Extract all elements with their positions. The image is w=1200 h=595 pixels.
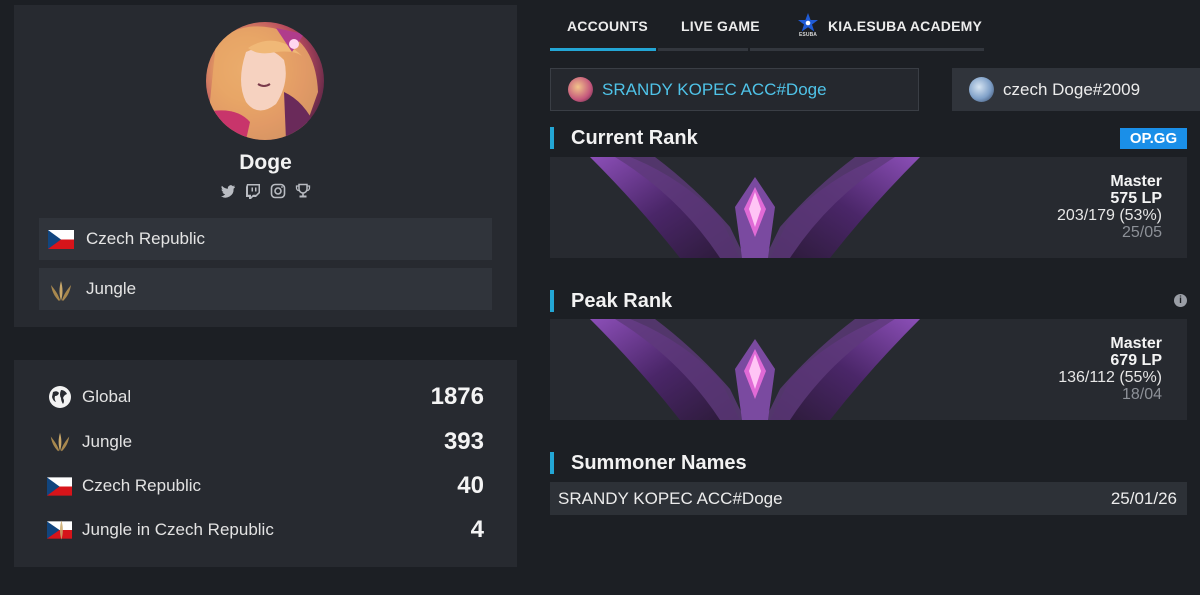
account-avatar [568, 77, 593, 102]
jungle-czech-icon [47, 518, 72, 542]
section-accent-bar [550, 290, 554, 312]
tab-underline [658, 48, 748, 51]
ranking-value: 40 [457, 472, 484, 499]
trophy-icon[interactable] [295, 183, 311, 199]
team-logo-text: ESUBA [798, 31, 817, 38]
account-name: SRANDY KOPEC ACC#Doge [602, 79, 827, 99]
role-label: Jungle [86, 279, 137, 298]
jungle-icon [47, 430, 72, 454]
instagram-icon[interactable] [270, 183, 286, 199]
twitch-icon[interactable] [245, 183, 261, 199]
country-label: Czech Republic [86, 229, 206, 248]
tab-underline [750, 48, 984, 51]
section-accent-bar [550, 127, 554, 149]
tab-label: ACCOUNTS [567, 17, 648, 34]
tab-live-game[interactable]: LIVE GAME [681, 0, 760, 51]
rank-winloss: 203/179 (53%) [1057, 207, 1162, 224]
ranking-value: 4 [470, 516, 484, 543]
tab-team[interactable]: ESUBA KIA.ESUBA ACADEMY [796, 0, 982, 51]
account-selector-1[interactable]: SRANDY KOPEC ACC#Doge [550, 68, 919, 111]
rank-lp: 679 LP [1110, 352, 1162, 369]
rank-date: 25/05 [1121, 224, 1162, 241]
ranking-label: Global [82, 387, 132, 406]
opgg-link[interactable]: OP.GG [1120, 128, 1187, 149]
current-rank-panel: Master 575 LP 203/179 (53%) 25/05 [550, 157, 1187, 258]
rank-date: 18/04 [1121, 386, 1162, 403]
section-title: Summoner Names [571, 451, 747, 474]
rankings-card: Global 1876 Jungle 393 Czech Republic 40… [14, 360, 517, 567]
ranking-label: Jungle in Czech Republic [82, 520, 274, 539]
ranking-label: Jungle [82, 432, 133, 451]
tab-label: KIA.ESUBA ACADEMY [828, 17, 983, 34]
tab-bar: ACCOUNTS LIVE GAME ESUBA KIA.ESUBA ACADE… [550, 0, 984, 51]
master-emblem-icon [590, 319, 920, 420]
peak-rank-panel: Master 679 LP 136/112 (55%) 18/04 [550, 319, 1187, 420]
ranking-country[interactable]: Czech Republic 40 [47, 471, 484, 501]
summoner-name: SRANDY KOPEC ACC#Doge [558, 488, 783, 508]
summoner-names-heading: Summoner Names [550, 451, 747, 475]
section-title: Current Rank [571, 126, 698, 149]
rank-tier: Master [1110, 173, 1162, 190]
country-row: Czech Republic [39, 218, 492, 260]
ranking-value: 393 [443, 428, 484, 455]
player-name: Doge [239, 151, 292, 174]
twitter-icon[interactable] [220, 183, 236, 199]
master-emblem-icon [590, 157, 920, 258]
globe-icon [47, 385, 72, 409]
section-title: Peak Rank [571, 289, 673, 312]
current-rank-heading: Current Rank [550, 126, 698, 150]
ranking-global[interactable]: Global 1876 [47, 382, 484, 412]
rank-lp: 575 LP [1110, 190, 1162, 207]
info-icon[interactable]: i [1174, 294, 1187, 307]
ranking-jungle[interactable]: Jungle 393 [47, 427, 484, 457]
social-links [14, 183, 517, 199]
account-avatar [969, 77, 994, 102]
team-logo-icon: ESUBA [796, 12, 820, 40]
ranking-label: Czech Republic [82, 476, 202, 495]
peak-rank-heading: Peak Rank [550, 289, 672, 313]
account-name: czech Doge#2009 [1003, 79, 1141, 99]
tab-label: LIVE GAME [681, 17, 760, 34]
tab-active-underline [550, 48, 656, 51]
peak-rank-stats: Master 679 LP 136/112 (55%) 18/04 [1058, 335, 1162, 403]
summoner-name-date: 25/01/26 [1110, 488, 1177, 508]
rank-tier: Master [1110, 335, 1162, 352]
avatar [206, 22, 324, 140]
section-accent-bar [550, 452, 554, 474]
ranking-jungle-country[interactable]: Jungle in Czech Republic 4 [47, 515, 484, 545]
czech-flag-icon [48, 229, 74, 249]
rank-winloss: 136/112 (55%) [1058, 369, 1162, 386]
profile-card: Doge Czech Republic Jungle [14, 5, 517, 327]
tab-accounts[interactable]: ACCOUNTS [567, 0, 648, 51]
role-row: Jungle [39, 268, 492, 310]
czech-flag-icon [47, 474, 72, 498]
jungle-icon [48, 280, 74, 301]
ranking-value: 1876 [430, 383, 484, 410]
current-rank-stats: Master 575 LP 203/179 (53%) 25/05 [1057, 173, 1162, 241]
account-selector-2[interactable]: czech Doge#2009 [952, 68, 1200, 111]
summoner-name-row: SRANDY KOPEC ACC#Doge 25/01/26 [550, 482, 1187, 515]
